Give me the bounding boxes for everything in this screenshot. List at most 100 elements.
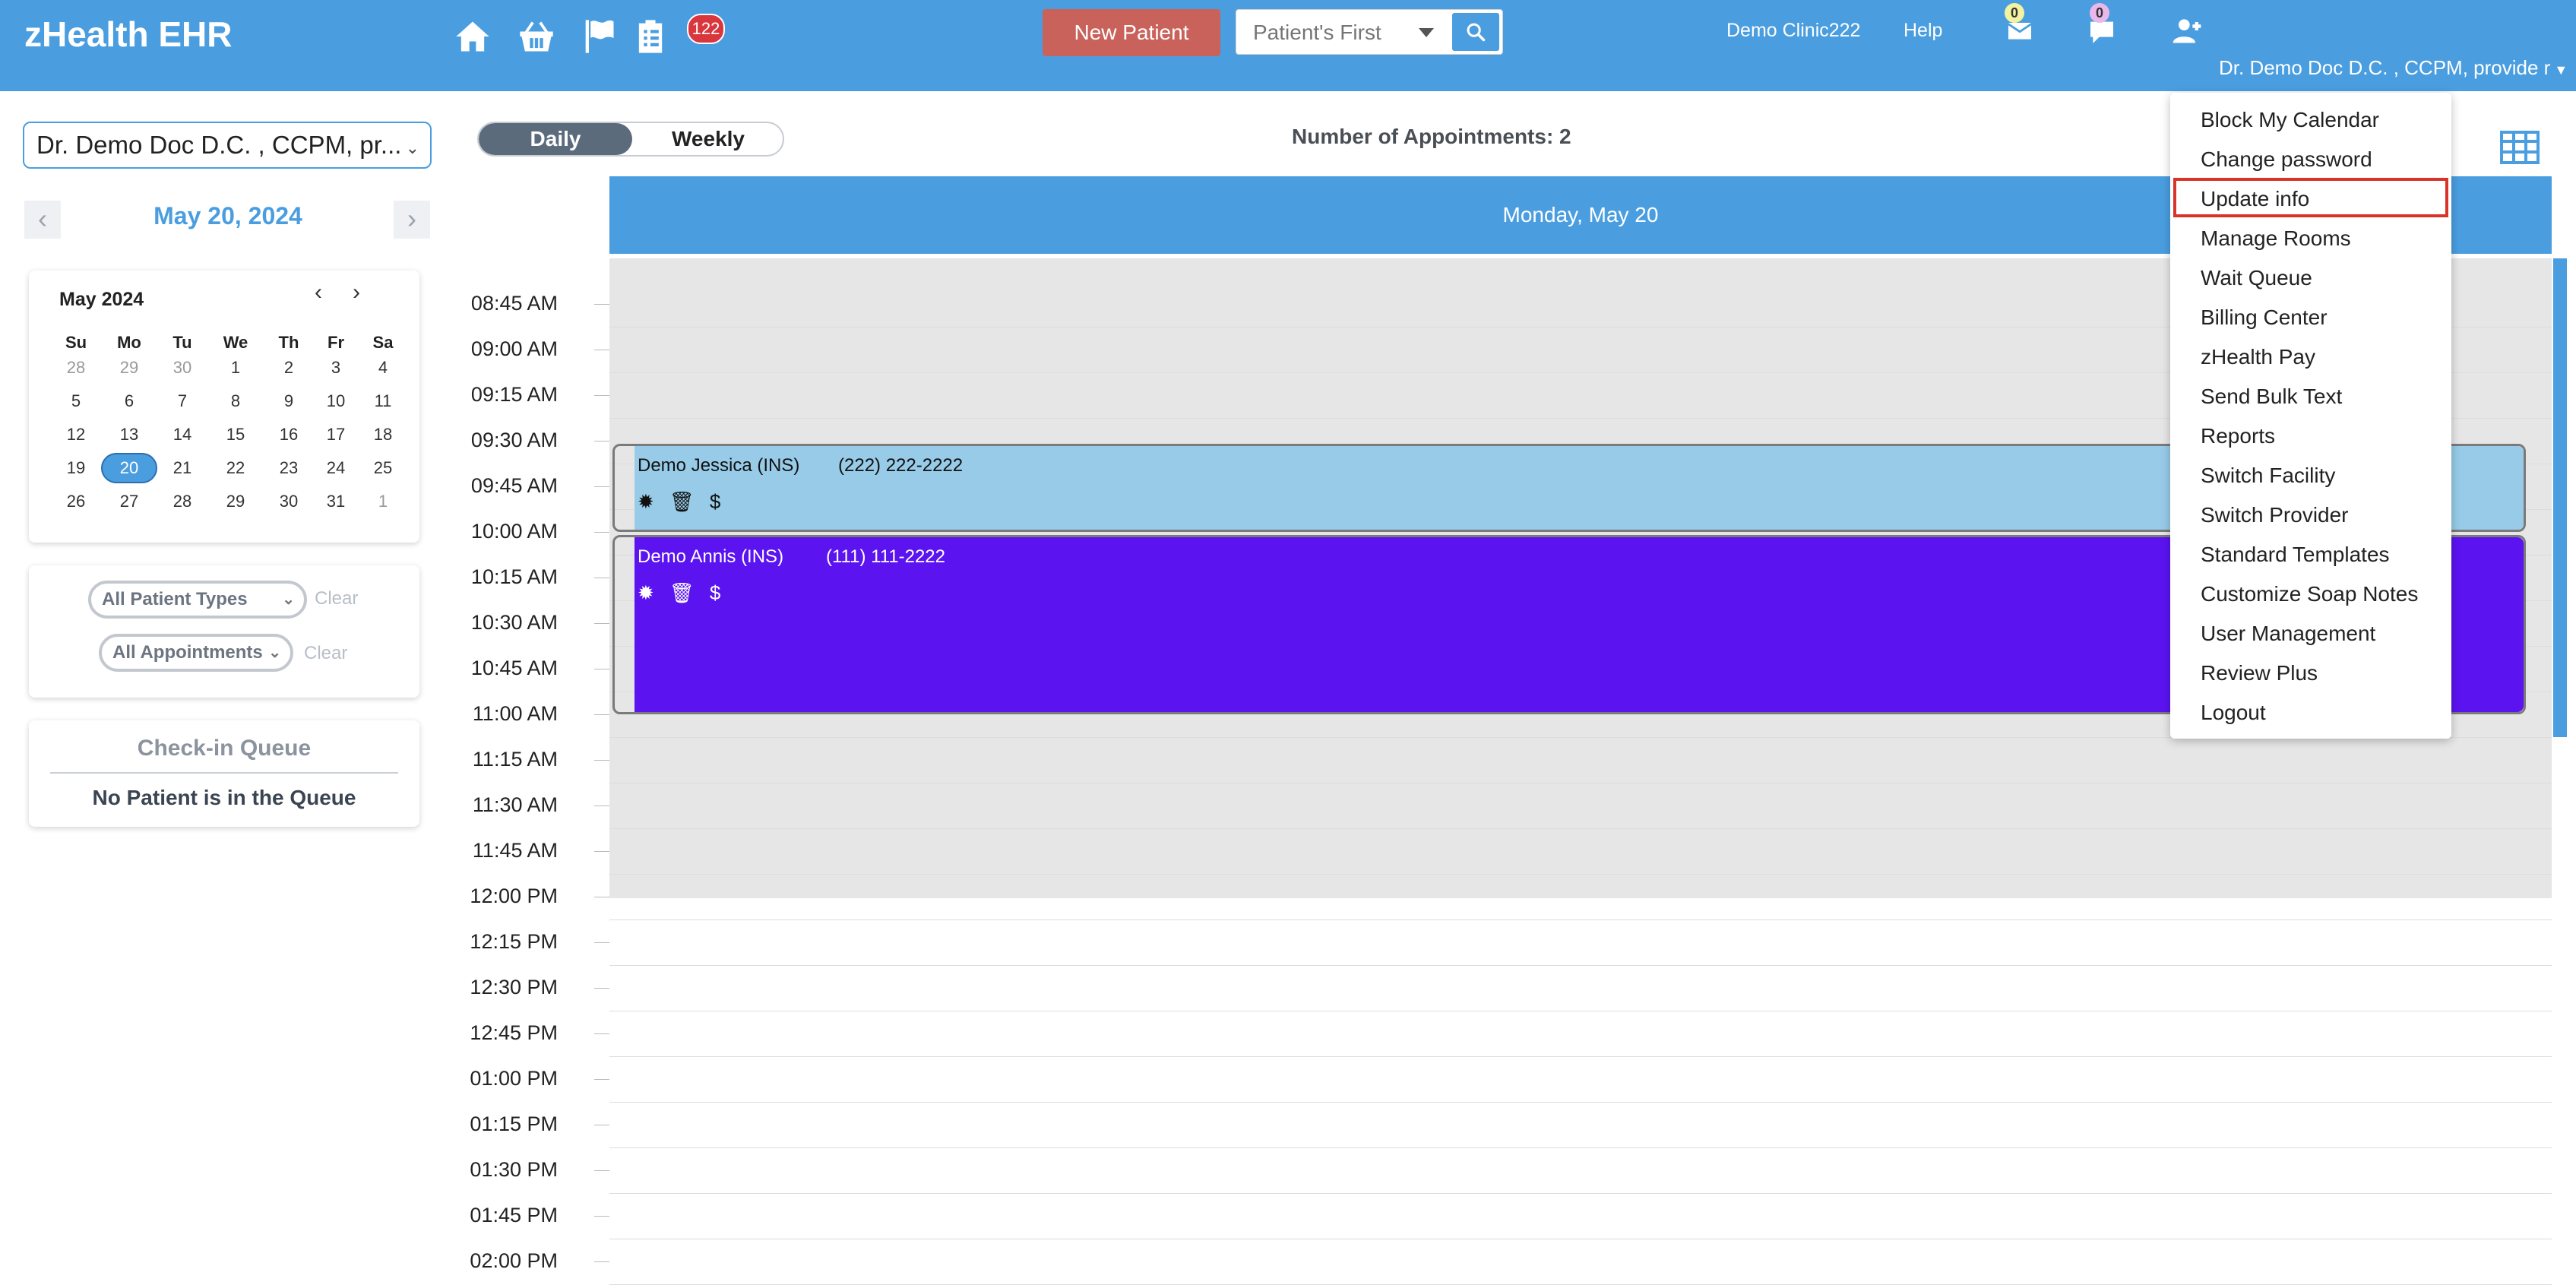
calendar-prev-month-button[interactable]: ‹	[315, 280, 322, 305]
gear-icon[interactable]: ✹	[638, 490, 654, 514]
appointment-patient-name[interactable]: Demo Jessica (INS)	[638, 455, 799, 476]
menu-item-standard-templates[interactable]: Standard Templates	[2201, 543, 2390, 567]
calendar-day[interactable]: 29	[207, 486, 264, 517]
appointment-patient-name[interactable]: Demo Annis (INS)	[638, 546, 783, 568]
billing-icon[interactable]: $	[710, 581, 720, 605]
gear-icon[interactable]: ✹	[638, 581, 654, 605]
calendar-day[interactable]: 8	[207, 386, 264, 416]
search-type-dropdown-icon[interactable]	[1419, 28, 1434, 37]
new-patient-button[interactable]: New Patient	[1043, 9, 1220, 56]
menu-item-review-plus[interactable]: Review Plus	[2201, 661, 2318, 685]
time-tick	[594, 532, 609, 533]
calendar-day[interactable]: 30	[154, 353, 210, 383]
appointment-phone: (222) 222-2222	[838, 455, 964, 476]
menu-item-manage-rooms[interactable]: Manage Rooms	[2201, 226, 2351, 251]
filter-panel: All Patient Types ⌄ Clear All Appointmen…	[29, 565, 419, 698]
basket-icon[interactable]	[517, 17, 556, 56]
calendar-day[interactable]: 21	[154, 453, 210, 483]
calendar-day[interactable]: 19	[48, 453, 104, 483]
calendar-day[interactable]: 28	[154, 486, 210, 517]
view-toggle: Daily Weekly	[477, 122, 784, 157]
time-slot-row[interactable]	[609, 828, 2552, 829]
trash-icon[interactable]: 🗑	[669, 490, 695, 514]
calendar-day[interactable]: 20	[101, 453, 157, 483]
menu-item-reports[interactable]: Reports	[2201, 424, 2275, 448]
menu-item-logout[interactable]: Logout	[2201, 701, 2266, 725]
home-icon[interactable]	[453, 17, 492, 56]
calendar-day[interactable]: 7	[154, 386, 210, 416]
help-link[interactable]: Help	[1904, 20, 1942, 42]
calendar-day[interactable]: 26	[48, 486, 104, 517]
time-slot-label: 12:15 PM	[470, 930, 558, 953]
menu-item-update-info[interactable]: Update info	[2201, 187, 2309, 211]
user-menu-toggle[interactable]: Dr. Demo Doc D.C. , CCPM, provide r ▼	[2219, 56, 2568, 80]
calendar-month-title: May 2024	[59, 289, 144, 310]
time-slot-row[interactable]	[609, 965, 2552, 966]
menu-item-zhealth-pay[interactable]: zHealth Pay	[2201, 345, 2315, 369]
calendar-day[interactable]: 1	[355, 486, 411, 517]
billing-icon[interactable]: $	[710, 490, 720, 514]
time-slot-row[interactable]	[609, 919, 2552, 920]
search-button[interactable]	[1452, 13, 1499, 51]
time-slot-row[interactable]	[609, 874, 2552, 875]
tab-weekly[interactable]: Weekly	[632, 123, 783, 155]
mini-calendar: May 2024 ‹ › Su Mo Tu We Th Fr Sa 28 29 30 1 2 3 4 5 6…	[29, 271, 419, 543]
calendar-day[interactable]: 11	[355, 386, 411, 416]
clipboard-icon[interactable]	[631, 17, 670, 56]
menu-item-wait-queue[interactable]: Wait Queue	[2201, 266, 2312, 290]
queue-empty-message: No Patient is in the Queue	[92, 786, 356, 809]
clinic-name-link[interactable]: Demo Clinic222	[1726, 20, 1860, 42]
next-day-button[interactable]: ›	[394, 201, 430, 239]
calendar-day[interactable]: 29	[101, 353, 157, 383]
time-slot-row[interactable]	[609, 1147, 2552, 1148]
trash-icon[interactable]: 🗑	[669, 581, 695, 605]
menu-item-switch-facility[interactable]: Switch Facility	[2201, 464, 2335, 488]
calendar-day[interactable]: 14	[154, 419, 210, 450]
calendar-day[interactable]: 4	[355, 353, 411, 383]
calendar-day[interactable]: 1	[207, 353, 264, 383]
time-slot-label: 01:30 PM	[470, 1158, 558, 1181]
time-tick	[594, 1261, 609, 1262]
time-tick	[594, 1170, 609, 1171]
menu-item-billing-center[interactable]: Billing Center	[2201, 305, 2328, 330]
calendar-day[interactable]: 5	[48, 386, 104, 416]
calendar-day[interactable]: 22	[207, 453, 264, 483]
add-user-icon[interactable]	[2170, 14, 2204, 47]
tasks-count-badge[interactable]: 122	[687, 14, 725, 44]
time-slot-label: 01:15 PM	[470, 1113, 558, 1135]
tab-daily[interactable]: Daily	[479, 123, 632, 155]
menu-item-customize-soap-notes[interactable]: Customize Soap Notes	[2201, 582, 2418, 606]
calendar-day[interactable]: 18	[355, 419, 411, 450]
time-slot-row[interactable]	[609, 1193, 2552, 1194]
menu-item-send-bulk-text[interactable]: Send Bulk Text	[2201, 385, 2342, 409]
time-slot-row[interactable]	[609, 1102, 2552, 1103]
app-logo[interactable]: zHealth EHR	[24, 14, 232, 55]
clear-appointments-button[interactable]: Clear	[304, 643, 347, 664]
prev-day-button[interactable]: ‹	[24, 201, 61, 239]
time-tick	[594, 760, 609, 761]
patient-search-input[interactable]	[1252, 17, 1422, 48]
menu-item-switch-provider[interactable]: Switch Provider	[2201, 503, 2349, 527]
calendar-day[interactable]: 6	[101, 386, 157, 416]
calendar-next-month-button[interactable]: ›	[353, 280, 360, 305]
time-slot-label: 11:00 AM	[472, 702, 558, 725]
table-view-icon[interactable]	[2500, 131, 2540, 164]
flag-icon[interactable]	[579, 17, 619, 56]
appointments-filter[interactable]: All Appointments ⌄	[99, 634, 293, 672]
clear-patient-types-button[interactable]: Clear	[315, 588, 358, 609]
patient-types-filter[interactable]: All Patient Types ⌄	[88, 581, 307, 619]
calendar-scrollbar[interactable]	[2553, 258, 2567, 737]
menu-item-change-password[interactable]: Change password	[2201, 147, 2372, 172]
calendar-day[interactable]: 27	[101, 486, 157, 517]
time-slot-row[interactable]	[609, 1056, 2552, 1057]
calendar-day[interactable]: 28	[48, 353, 104, 383]
provider-select[interactable]: Dr. Demo Doc D.C. , CCPM, pr... ⌄	[23, 122, 432, 169]
weekday-header: Mo	[117, 333, 141, 352]
menu-item-block-my-calendar[interactable]: Block My Calendar	[2201, 108, 2379, 132]
calendar-day[interactable]: 15	[207, 419, 264, 450]
menu-item-user-management[interactable]: User Management	[2201, 622, 2375, 646]
calendar-day[interactable]: 12	[48, 419, 104, 450]
time-slot-label: 02:00 PM	[470, 1249, 558, 1272]
calendar-day[interactable]: 13	[101, 419, 157, 450]
calendar-day[interactable]: 25	[355, 453, 411, 483]
